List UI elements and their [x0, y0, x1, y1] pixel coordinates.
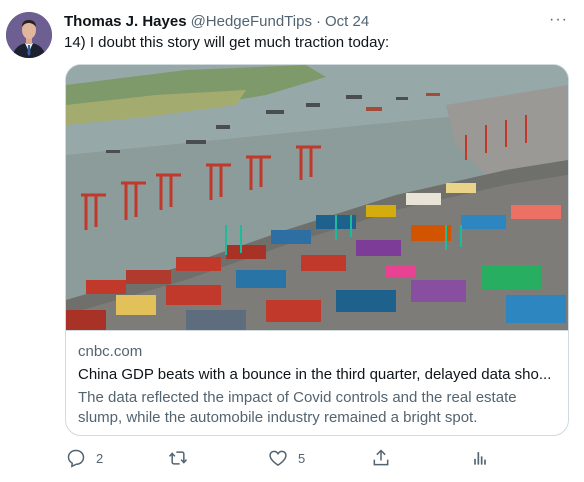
analytics-button[interactable]	[470, 448, 490, 468]
like-count: 5	[298, 450, 306, 466]
tweet-actions: 2 5	[64, 448, 504, 474]
display-name[interactable]: Thomas J. Hayes	[64, 13, 187, 30]
tweet-text: 14) I doubt this story will get much tra…	[64, 34, 390, 51]
tweet-header: Thomas J. Hayes @HedgeFundTips · Oct 24 …	[64, 11, 568, 31]
card-title[interactable]: China GDP beats with a bounce in the thi…	[78, 366, 554, 383]
reply-icon	[67, 449, 85, 468]
reply-count: 2	[96, 450, 104, 466]
analytics-icon	[474, 452, 486, 465]
like-button[interactable]: 5	[268, 448, 305, 468]
tweet-date[interactable]: Oct 24	[325, 13, 369, 30]
card-description: The data reflected the impact of Covid c…	[78, 389, 517, 426]
retweet-button[interactable]	[168, 448, 198, 468]
user-handle[interactable]: @HedgeFundTips	[191, 13, 312, 30]
like-icon	[269, 450, 287, 466]
link-card[interactable]: cnbc.com China GDP beats with a bounce i…	[65, 64, 569, 436]
share-button[interactable]	[371, 448, 391, 468]
separator-dot: ·	[315, 12, 321, 30]
card-image[interactable]	[66, 65, 568, 330]
card-body[interactable]: cnbc.com China GDP beats with a bounce i…	[66, 330, 568, 426]
card-domain: cnbc.com	[78, 343, 143, 360]
more-icon[interactable]: ···	[549, 11, 568, 29]
avatar[interactable]	[6, 12, 52, 58]
reply-button[interactable]: 2	[66, 448, 103, 468]
retweet-icon	[168, 451, 188, 465]
share-icon	[373, 449, 389, 466]
